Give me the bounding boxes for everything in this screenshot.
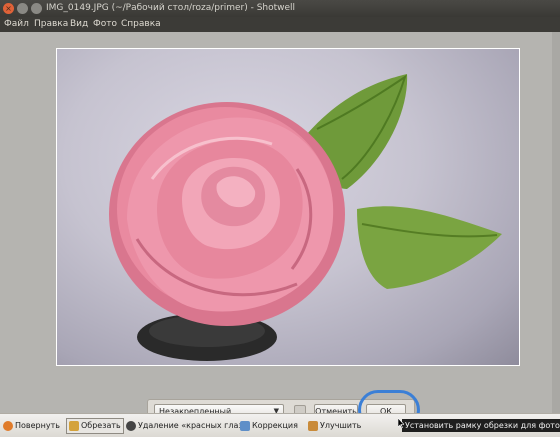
maximize-window-button[interactable] [31, 3, 42, 14]
vertical-scrollbar[interactable] [552, 32, 560, 413]
adjust-label: Коррекция [252, 421, 298, 430]
menu-help[interactable]: Справка [121, 19, 161, 29]
menu-bar: Файл Правка Вид Фото Справка [0, 17, 560, 32]
crop-icon [69, 420, 79, 431]
enhance-icon [308, 420, 318, 431]
adjust-button[interactable]: Коррекция [240, 418, 298, 434]
minimize-window-button[interactable] [17, 3, 28, 14]
red-eye-label: Удаление «красных глаз» [138, 421, 248, 430]
adjust-icon [240, 420, 250, 431]
menu-file[interactable]: Файл [4, 19, 29, 29]
title-bar: × IMG_0149.JPG (~/Рабочий стол/roza/prim… [0, 0, 560, 17]
close-window-button[interactable]: × [3, 3, 14, 14]
rotate-button[interactable]: Повернуть [3, 418, 60, 434]
crop-label: Обрезать [81, 421, 121, 430]
window-title: IMG_0149.JPG (~/Рабочий стол/roza/primer… [46, 3, 296, 13]
eye-icon [126, 420, 136, 431]
crop-tooltip: Установить рамку обрезки для фото [402, 419, 560, 432]
photo-image[interactable] [56, 48, 520, 366]
enhance-button[interactable]: Улучшить [308, 418, 361, 434]
mouse-pointer-icon [398, 418, 404, 428]
rotate-label: Повернуть [15, 421, 60, 430]
menu-view[interactable]: Вид [70, 19, 88, 29]
crop-button[interactable]: Обрезать [66, 418, 124, 434]
red-eye-button[interactable]: Удаление «красных глаз» [126, 418, 248, 434]
enhance-label: Улучшить [320, 421, 362, 430]
menu-photo[interactable]: Фото [93, 19, 117, 29]
menu-edit[interactable]: Правка [34, 19, 68, 29]
rotate-icon [3, 420, 13, 431]
